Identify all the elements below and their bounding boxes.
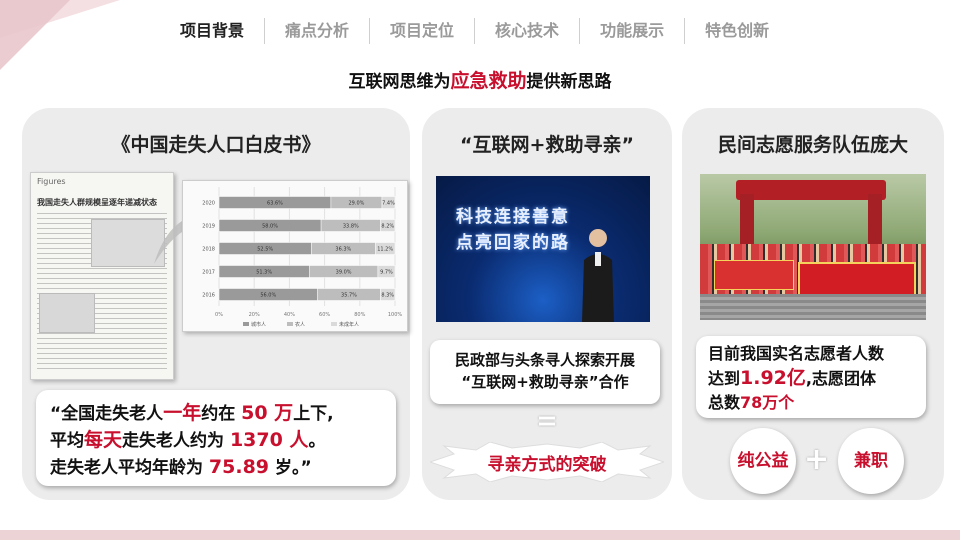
plus-sign: +: [804, 442, 830, 477]
quote-text: “全国走失老人: [50, 404, 164, 424]
chart-value-label: 9.7%: [380, 270, 393, 276]
nav-item-background[interactable]: 项目背景: [160, 18, 266, 44]
quote-line-2: 平均每天走失老人约为 1370 人。: [50, 427, 382, 454]
quote-highlight: 一年: [163, 402, 202, 424]
quote-highlight: 每天: [84, 429, 123, 451]
quote-text: 走失老人平均年龄为: [50, 458, 209, 478]
public-welfare-badge: 纯公益: [730, 428, 796, 494]
caption-line: 总数78万个: [708, 391, 914, 415]
chart-category-label: 2016: [202, 293, 215, 299]
equals-sign: =: [536, 406, 558, 436]
breakthrough-label: 寻亲方式的突破: [487, 455, 607, 475]
chart-category-label: 2018: [202, 247, 215, 253]
chart-legend-swatch: [287, 322, 293, 326]
chart-value-label: 58.0%: [262, 224, 278, 230]
photo-steps: [700, 294, 926, 320]
panel-volunteers: 民间志愿服务队伍庞大 目前我国实名志愿者人数 达到1.92亿,志愿团体 总数78…: [682, 108, 944, 500]
stage-slogan: 科技连接善意 点亮回家的路: [456, 204, 570, 256]
caption-line: 目前我国实名志愿者人数: [708, 344, 885, 363]
panel-title: 民间志愿服务队伍庞大: [717, 134, 908, 156]
headline-highlight: 应急救助: [450, 70, 527, 92]
corner-decoration-triangle: [0, 0, 70, 70]
quote-number: 75.89: [208, 456, 270, 478]
quote-text: 岁。”: [269, 458, 312, 478]
caption-text: 总数: [708, 393, 741, 412]
stage-slogan-line: 点亮回家的路: [456, 233, 570, 253]
chart-legend-swatch: [331, 322, 337, 326]
caption-text: ,志愿团体: [805, 369, 876, 388]
chart-value-label: 11.2%: [377, 247, 393, 253]
panel-internet-search: “互联网+救助寻亲” 科技连接善意 点亮回家的路 民政部与头条寻人探索开展 “互…: [422, 108, 672, 500]
part-time-badge: 兼职: [838, 428, 904, 494]
volunteer-stats-caption: 目前我国实名志愿者人数 达到1.92亿,志愿团体 总数78万个: [696, 336, 926, 418]
headline-prefix: 互联网思维为: [348, 72, 451, 92]
panel-title: 《中国走失人口白皮书》: [111, 134, 321, 156]
caption-number: 78万个: [740, 393, 795, 412]
quote-text: 上下,: [293, 404, 334, 424]
chart-value-label: 33.8%: [343, 224, 359, 230]
speaker-figure: [582, 229, 614, 322]
chart-value-label: 39.0%: [336, 270, 352, 276]
chart-x-tick-label: 0%: [215, 312, 223, 318]
chart-value-label: 8.3%: [381, 293, 394, 299]
chart-legend-label: 城市人: [251, 321, 266, 328]
chart-legend-swatch: [243, 322, 249, 326]
stage-photo: 科技连接善意 点亮回家的路: [436, 176, 650, 322]
caption-text: 达到: [708, 369, 741, 388]
newspaper-headline: 我国走失人群规模呈逐年递减状态: [37, 198, 157, 207]
chart-legend-label: 农人: [295, 321, 305, 328]
chart-category-label: 2020: [202, 201, 215, 207]
chart-category-label: 2017: [202, 270, 215, 276]
quote-number: 1370 人: [229, 429, 309, 451]
bar-chart-card: 0% 20% 40% 60% 80% 100% 2020 63.6% 29.0% 7.4% 2019…: [182, 180, 408, 332]
caption-number: 1.92亿: [740, 367, 806, 389]
quote-line-3: 走失老人平均年龄为 75.89 岁。”: [50, 454, 382, 481]
chart-value-label: 51.3%: [256, 270, 272, 276]
nav-item-core-tech[interactable]: 核心技术: [475, 18, 581, 44]
nav-item-pain-points[interactable]: 痛点分析: [265, 18, 371, 44]
chart-value-label: 56.0%: [260, 293, 276, 299]
quote-number: 50 万: [241, 402, 294, 424]
chart-x-tick-label: 20%: [249, 312, 260, 318]
top-nav: 项目背景 痛点分析 项目定位 核心技术 功能展示 特色创新: [160, 18, 789, 44]
caption-line: 达到1.92亿,志愿团体: [708, 366, 914, 391]
chart-x-tick-label: 80%: [354, 312, 365, 318]
quote-text: 平均: [50, 431, 84, 451]
newspaper-figure-small: [39, 293, 95, 333]
photo-banner: [714, 260, 794, 290]
headline-suffix: 提供新思路: [526, 72, 612, 92]
chart-x-tick-label: 60%: [319, 312, 330, 318]
chart-x-tick-label: 100%: [388, 312, 403, 318]
nav-item-features[interactable]: 功能展示: [580, 18, 686, 44]
panel-title: “互联网+救助寻亲”: [460, 134, 634, 156]
nav-item-innovation[interactable]: 特色创新: [685, 18, 789, 44]
stacked-bar-chart: 0% 20% 40% 60% 80% 100% 2020 63.6% 29.0% 7.4% 2019…: [202, 187, 403, 328]
chart-legend-label: 未成年人: [339, 321, 359, 328]
chart-value-label: 36.3%: [335, 247, 351, 253]
newspaper-masthead: Figures: [37, 177, 66, 186]
stage-slogan-line: 科技连接善意: [456, 207, 570, 227]
chart-category-label: 2019: [202, 224, 215, 230]
bottom-band: [0, 530, 960, 540]
caption-line: “互联网+救助寻亲”合作: [461, 373, 629, 391]
caption-line: 民政部与头条寻人探索开展: [454, 351, 635, 369]
quote-text: 约在: [201, 404, 242, 424]
chart-value-label: 8.2%: [381, 224, 394, 230]
chart-x-tick-label: 40%: [284, 312, 295, 318]
chart-value-label: 7.4%: [382, 201, 395, 207]
partnership-caption: 民政部与头条寻人探索开展 “互联网+救助寻亲”合作: [430, 340, 660, 404]
quote-text: 走失老人约为: [122, 431, 230, 451]
chart-value-label: 63.6%: [267, 201, 283, 207]
chart-value-label: 29.0%: [349, 201, 365, 207]
nav-item-positioning[interactable]: 项目定位: [370, 18, 476, 44]
photo-gate-sign: [736, 180, 886, 200]
quote-text: 。: [308, 431, 326, 451]
statistics-quote: “全国走失老人一年约在 50 万上下, 平均每天走失老人约为 1370 人。 走…: [36, 390, 396, 486]
chart-value-label: 52.5%: [257, 247, 273, 253]
quote-line-1: “全国走失老人一年约在 50 万上下,: [50, 400, 382, 427]
chart-value-label: 35.7%: [341, 293, 357, 299]
page-headline: 互联网思维为应急救助提供新思路: [0, 66, 960, 93]
panel-white-paper: 《中国走失人口白皮书》 Figures 我国走失人群规模呈逐年递减状态 0% 20…: [22, 108, 410, 500]
volunteer-group-photo: [700, 174, 926, 320]
